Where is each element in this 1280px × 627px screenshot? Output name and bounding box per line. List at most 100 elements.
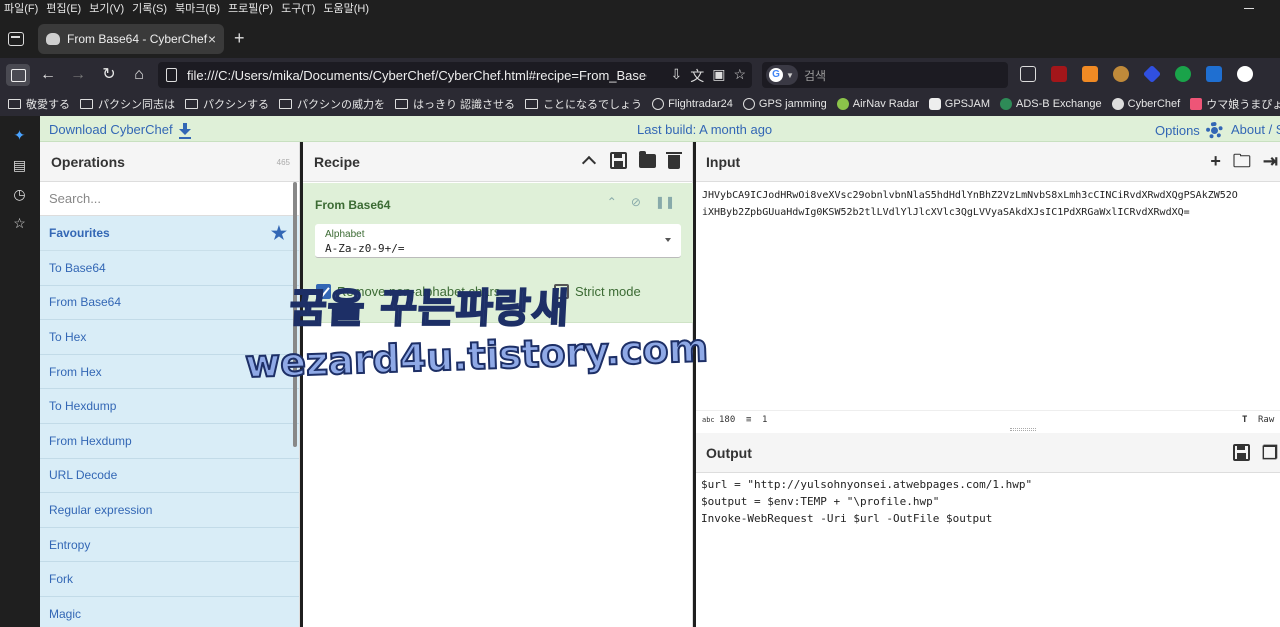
raw-label[interactable]: Raw	[1258, 415, 1274, 425]
resize-handle[interactable]	[1010, 428, 1036, 431]
tab-manager-icon[interactable]	[8, 32, 24, 46]
folder-icon	[185, 99, 198, 109]
menu-edit[interactable]: 편집(E)	[42, 0, 85, 16]
bookmark-star-icon[interactable]: ☆	[733, 66, 746, 86]
add-input-icon[interactable]: +	[1210, 152, 1221, 170]
bookmark-folder[interactable]: パクシンの威力を	[279, 96, 385, 112]
bookmark-folder[interactable]: はっきり 認識させる	[395, 96, 515, 112]
folder-icon	[8, 99, 21, 109]
operations-title: Operations	[51, 153, 125, 170]
recipe-title: Recipe	[314, 153, 360, 170]
ai-sparkle-icon[interactable]: ✦	[12, 128, 27, 143]
save-recipe-icon[interactable]	[610, 152, 627, 169]
strict-mode-label: Strict mode	[575, 284, 641, 299]
menu-profiles[interactable]: 프로필(P)	[224, 0, 277, 16]
star-icon[interactable]: ★	[271, 223, 287, 244]
extension-diamond-icon[interactable]	[1142, 64, 1162, 84]
forward-icon[interactable]: →	[66, 64, 90, 86]
bookmark-folder[interactable]: 敬愛する	[8, 96, 70, 112]
input-line: iXHByb2ZpbGUuaHdwIg0KSW52b2tlLVdlYlJlcXV…	[702, 207, 1190, 218]
new-tab-button[interactable]: +	[234, 28, 245, 49]
history-icon[interactable]: ◷	[12, 187, 27, 202]
url-bar[interactable]: file:///C:/Users/mika/Documents/CyberChe…	[158, 62, 752, 88]
options-button[interactable]: Options	[1155, 122, 1223, 139]
output-text[interactable]: $url = "http://yulsohnyonsei.atwebpages.…	[701, 476, 1032, 527]
translate-icon[interactable]: 文	[690, 66, 704, 86]
close-tab-icon[interactable]: ×	[208, 31, 216, 47]
extension-globe-icon[interactable]	[1237, 66, 1253, 82]
extension-orange-icon[interactable]	[1082, 66, 1098, 82]
menu-history[interactable]: 기록(S)	[128, 0, 171, 16]
download-page-icon[interactable]: ⇩	[670, 66, 682, 86]
operation-item[interactable]: Entropy	[40, 527, 299, 563]
bookmark-adsb[interactable]: ADS-B Exchange	[1000, 98, 1102, 110]
download-cyberchef-link[interactable]: Download CyberChef	[49, 122, 191, 139]
open-file-icon[interactable]: 🗀	[1233, 152, 1251, 170]
extension-shield-icon[interactable]	[1206, 66, 1222, 82]
copy-output-icon[interactable]: ❐	[1262, 444, 1278, 462]
menu-tools[interactable]: 도구(T)	[277, 0, 319, 16]
bookmark-flightradar[interactable]: Flightradar24	[652, 98, 733, 110]
home-icon[interactable]: ⌂	[127, 64, 151, 86]
url-text[interactable]: file:///C:/Users/mika/Documents/CyberChe…	[187, 68, 647, 83]
reader-icon[interactable]: ▣	[712, 66, 725, 86]
menu-bookmarks[interactable]: 북마크(B)	[171, 0, 224, 16]
back-icon[interactable]: ←	[36, 64, 60, 86]
extension-puzzle-icon[interactable]	[1113, 66, 1129, 82]
bookmark-umamusume[interactable]: ウマ娘うまぴょい速報	[1190, 96, 1280, 112]
tab-cyberchef[interactable]: From Base64 - CyberChef ×	[38, 24, 224, 54]
search-bar[interactable]: G ▼ 검색	[762, 62, 1008, 88]
menu-file[interactable]: 파일(F)	[0, 0, 42, 16]
radar-icon	[836, 98, 849, 110]
bookmarks-icon[interactable]: ☆	[12, 216, 27, 231]
bookmark-label: ことになるでしょう	[543, 99, 643, 111]
sidebar-toggle-icon[interactable]	[6, 64, 30, 86]
bookmark-folder[interactable]: パクシンする	[185, 96, 269, 112]
chevron-up-icon[interactable]: ⌃	[607, 195, 617, 209]
operations-count: 465	[276, 158, 290, 167]
operation-item[interactable]: URL Decode	[40, 458, 299, 494]
operation-item[interactable]: Magic	[40, 596, 299, 627]
minimize-icon[interactable]	[1244, 8, 1254, 9]
disable-icon[interactable]: ⊘	[631, 195, 641, 209]
clear-recipe-icon[interactable]	[666, 152, 682, 169]
browser-sidebar: ✦ ▤ ◷ ☆	[0, 116, 40, 627]
bookmark-folder[interactable]: ことになるでしょう	[525, 96, 642, 112]
map-icon	[928, 98, 941, 110]
bookmark-cyberchef[interactable]: CyberChef	[1111, 98, 1180, 110]
alphabet-select[interactable]: Alphabet A-Za-z0-9+/=	[315, 224, 681, 258]
about-link[interactable]: About / S	[1231, 122, 1280, 137]
operation-item[interactable]: From Hexdump	[40, 423, 299, 459]
folder-icon	[279, 99, 292, 109]
bookmark-gps-jamming[interactable]: GPS jamming	[742, 98, 827, 110]
pause-icon[interactable]: ❚❚	[655, 195, 675, 209]
extensions-icon[interactable]	[1020, 66, 1036, 82]
operation-item[interactable]: To Hexdump	[40, 389, 299, 424]
save-output-icon[interactable]	[1232, 444, 1250, 461]
reload-icon[interactable]: ↻	[97, 64, 121, 86]
extension-n-icon[interactable]	[1175, 66, 1191, 82]
operation-item[interactable]: To Base64	[40, 251, 299, 286]
operation-item[interactable]: From Base64	[40, 285, 299, 321]
bookmark-label: ADS-B Exchange	[1016, 98, 1102, 110]
bookmark-folder[interactable]: パクシン同志は	[80, 96, 175, 112]
menu-view[interactable]: 보기(V)	[85, 0, 128, 16]
input-textarea[interactable]: JHVybCA9ICJodHRwOi8veXVsc29obnlvbnNlaS5h…	[702, 187, 1280, 221]
input-title: Input	[706, 153, 741, 170]
search-engine-selector[interactable]: G ▼	[766, 65, 798, 85]
operations-search-input[interactable]: Search...	[40, 182, 299, 216]
operation-item[interactable]: Fork	[40, 562, 299, 597]
operation-item[interactable]: Regular expression	[40, 493, 299, 528]
open-folder-icon[interactable]: ⇥	[1263, 152, 1278, 170]
bookmark-label: はっきり 認識させる	[413, 99, 516, 111]
ublock-icon[interactable]	[1051, 66, 1067, 82]
chevron-down-icon: ▼	[786, 70, 794, 80]
menu-help[interactable]: 도움말(H)	[319, 0, 373, 16]
load-recipe-icon[interactable]	[639, 151, 656, 168]
favourites-category[interactable]: Favourites ★	[40, 216, 299, 251]
synced-tabs-icon[interactable]: ▤	[12, 158, 27, 173]
cyberchef-banner: Download CyberChef Last build: A month a…	[40, 116, 1280, 142]
bookmark-airnav[interactable]: AirNav Radar	[836, 98, 919, 110]
collapse-all-icon[interactable]	[581, 152, 598, 169]
bookmark-gpsjam[interactable]: GPSJAM	[928, 98, 990, 110]
